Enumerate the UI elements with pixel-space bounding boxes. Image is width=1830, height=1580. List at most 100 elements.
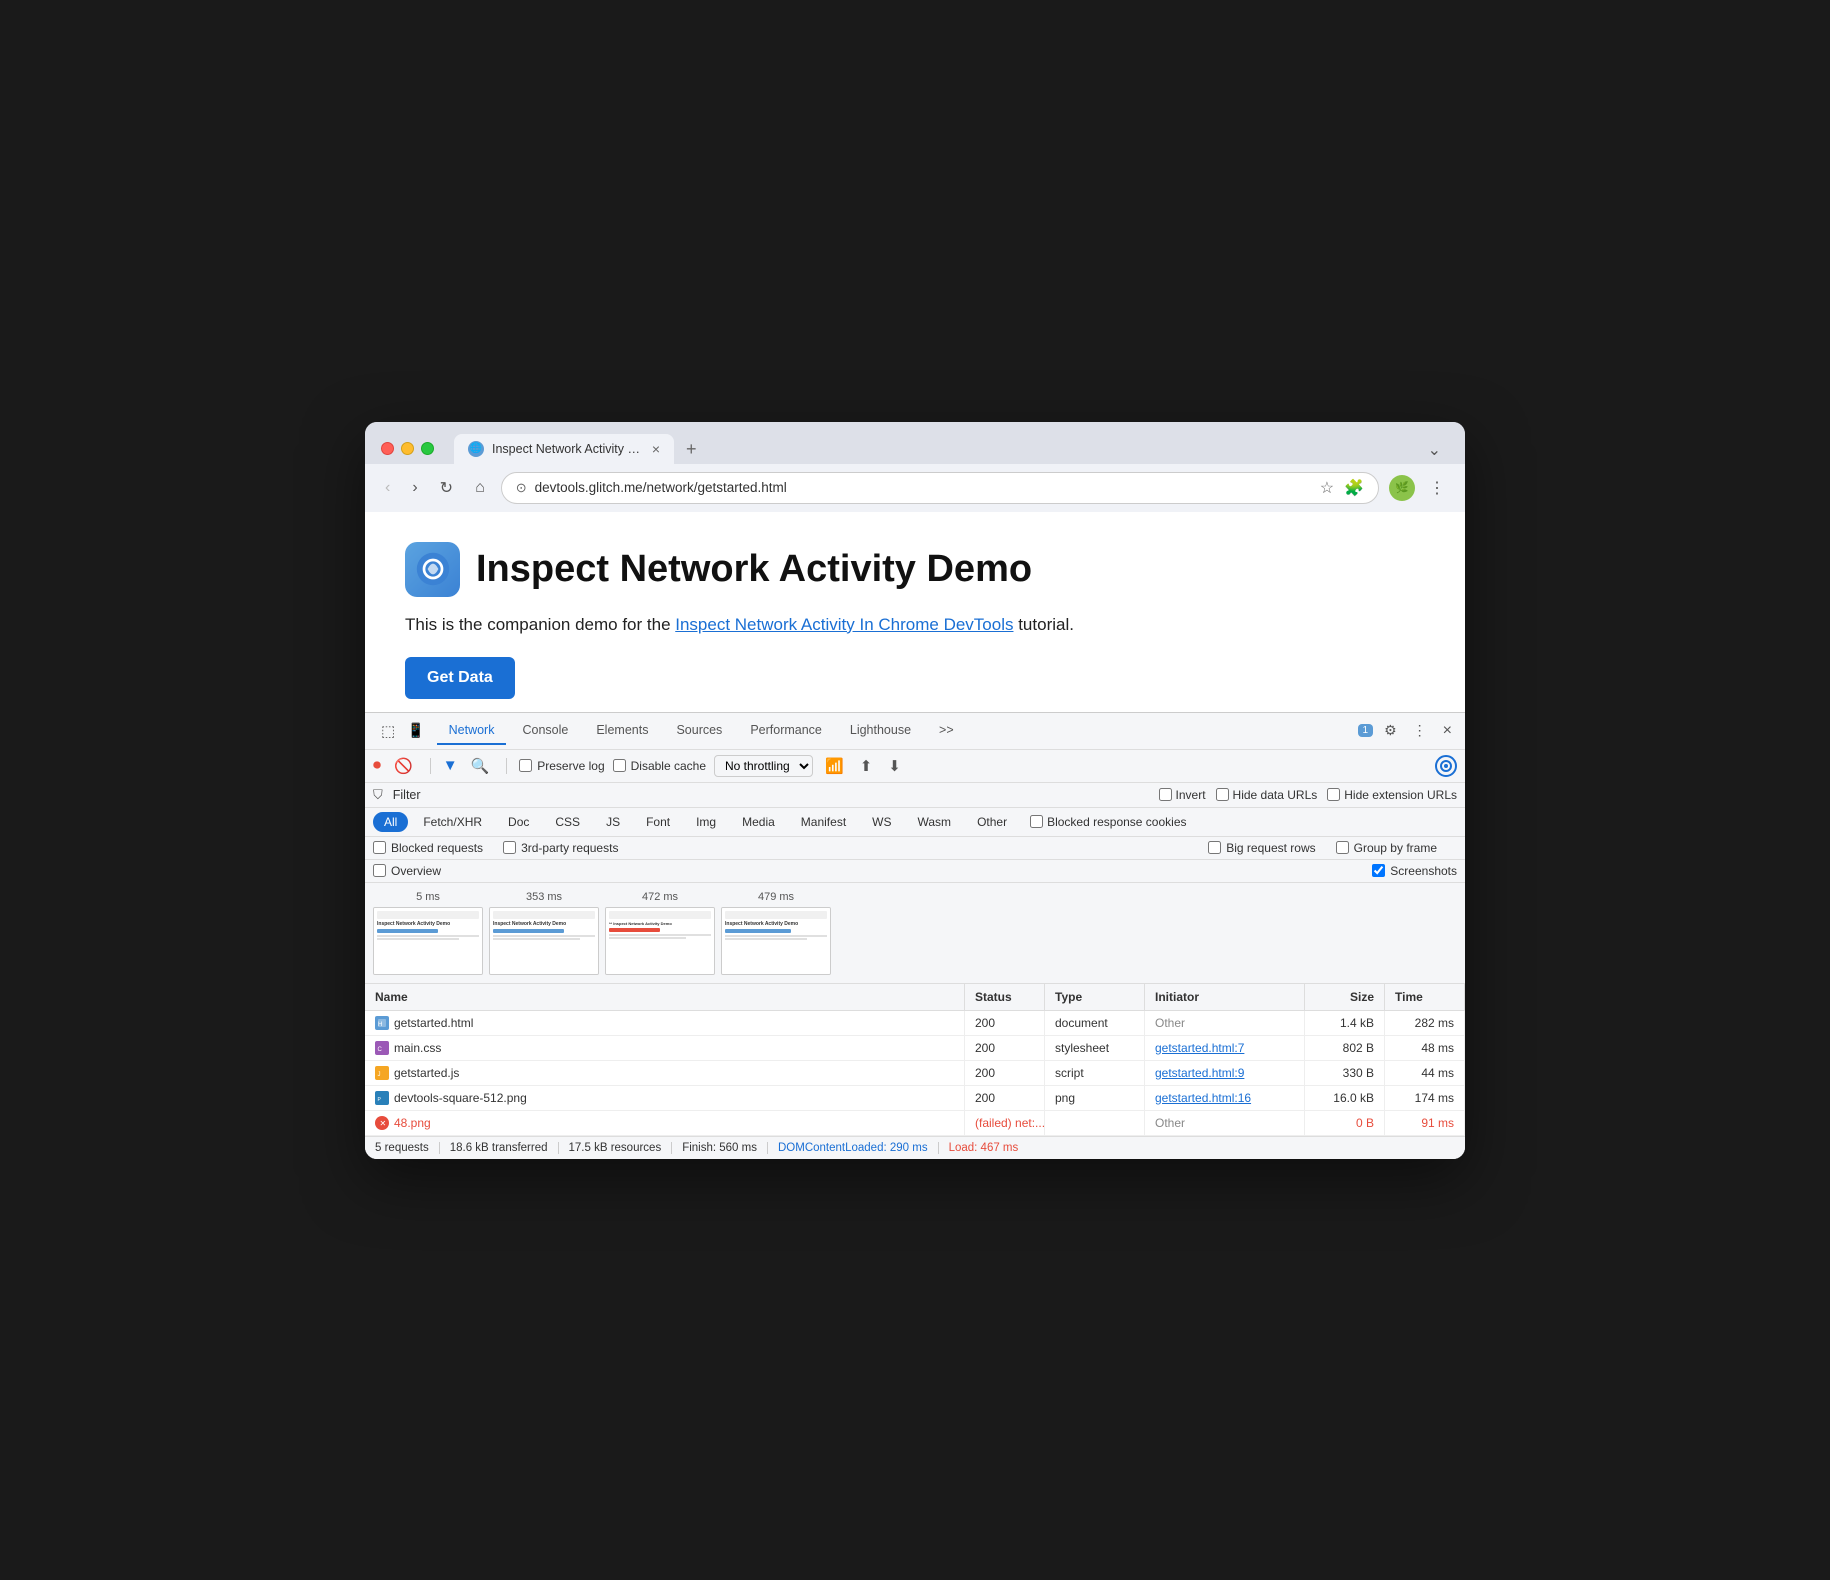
type-filter-media[interactable]: Media bbox=[731, 812, 786, 832]
upload-icon[interactable]: ⬆ bbox=[856, 755, 877, 777]
forward-icon: › bbox=[412, 479, 417, 497]
screenshot-thumb-2[interactable]: Inspect Network Activity Demo bbox=[489, 907, 599, 975]
screenshot-thumb-3[interactable]: ** Inspect Network Activity Demo bbox=[605, 907, 715, 975]
type-filter-all[interactable]: All bbox=[373, 812, 408, 832]
address-bar[interactable]: ⊙ devtools.glitch.me/network/getstarted.… bbox=[501, 472, 1379, 504]
hide-data-urls-input[interactable] bbox=[1216, 788, 1229, 801]
back-button[interactable]: ‹ bbox=[379, 475, 396, 501]
menu-icon: ⋮ bbox=[1429, 478, 1445, 498]
invert-input[interactable] bbox=[1159, 788, 1172, 801]
row-3-initiator-link[interactable]: getstarted.html:9 bbox=[1155, 1066, 1244, 1080]
third-party-checkbox[interactable]: 3rd-party requests bbox=[503, 841, 618, 855]
tab-network[interactable]: Network bbox=[437, 717, 507, 745]
screenshots-checkbox[interactable]: Screenshots bbox=[1372, 864, 1457, 878]
col-header-time[interactable]: Time bbox=[1385, 984, 1465, 1010]
row-3-type: script bbox=[1045, 1061, 1145, 1085]
tab-lighthouse[interactable]: Lighthouse bbox=[838, 717, 923, 745]
extensions-icon[interactable]: 🧩 bbox=[1344, 478, 1364, 498]
big-request-rows-checkbox[interactable]: Big request rows bbox=[1208, 841, 1315, 855]
type-filter-other[interactable]: Other bbox=[966, 812, 1018, 832]
col-header-size[interactable]: Size bbox=[1305, 984, 1385, 1010]
stop-recording-icon[interactable]: ⏺ bbox=[373, 757, 381, 775]
search-icon[interactable]: 🔍 bbox=[466, 754, 495, 778]
type-filter-doc[interactable]: Doc bbox=[497, 812, 540, 832]
type-filter-ws[interactable]: WS bbox=[861, 812, 902, 832]
table-row[interactable]: P devtools-square-512.png 200 png getsta… bbox=[365, 1086, 1465, 1111]
devtools-settings-icon[interactable]: ⚙ bbox=[1379, 719, 1402, 742]
type-filter-wasm[interactable]: Wasm bbox=[907, 812, 963, 832]
tab-console[interactable]: Console bbox=[510, 717, 580, 745]
third-party-input[interactable] bbox=[503, 841, 516, 854]
invert-checkbox[interactable]: Invert bbox=[1159, 788, 1206, 802]
type-filter-manifest[interactable]: Manifest bbox=[790, 812, 857, 832]
new-tab-button[interactable]: + bbox=[678, 435, 705, 464]
blocked-response-cookies-checkbox[interactable]: Blocked response cookies bbox=[1030, 815, 1186, 829]
blocked-requests-checkbox[interactable]: Blocked requests bbox=[373, 841, 483, 855]
col-header-type[interactable]: Type bbox=[1045, 984, 1145, 1010]
blocked-requests-input[interactable] bbox=[373, 841, 386, 854]
hide-extension-urls-checkbox[interactable]: Hide extension URLs bbox=[1327, 788, 1457, 802]
refresh-button[interactable]: ↻ bbox=[434, 474, 459, 502]
type-filter-font[interactable]: Font bbox=[635, 812, 681, 832]
tab-elements[interactable]: Elements bbox=[584, 717, 660, 745]
type-filter-js[interactable]: JS bbox=[595, 812, 631, 832]
tab-sources[interactable]: Sources bbox=[664, 717, 734, 745]
devtools-panel: ⬚ 📱 Network Console Elements Sources Per… bbox=[365, 712, 1465, 1159]
devtools-more-icon[interactable]: ⋮ bbox=[1408, 719, 1432, 742]
home-icon: ⌂ bbox=[475, 479, 485, 497]
col-header-name[interactable]: Name bbox=[365, 984, 965, 1010]
throttling-select[interactable]: No throttling bbox=[714, 755, 813, 777]
device-toolbar-icon[interactable]: 📱 bbox=[403, 718, 428, 743]
table-row[interactable]: H getstarted.html 200 document Other 1.4… bbox=[365, 1011, 1465, 1036]
preserve-log-checkbox[interactable]: Preserve log bbox=[519, 759, 604, 773]
get-data-button[interactable]: Get Data bbox=[405, 657, 515, 699]
home-button[interactable]: ⌂ bbox=[469, 475, 491, 501]
screenshot-thumb-1[interactable]: Inspect Network Activity Demo bbox=[373, 907, 483, 975]
inspect-element-icon[interactable]: ⬚ bbox=[377, 718, 399, 744]
screenshot-time-4: 479 ms bbox=[758, 891, 794, 903]
avatar[interactable]: 🌿 bbox=[1389, 475, 1415, 501]
screenshots-input[interactable] bbox=[1372, 864, 1385, 877]
preserve-log-input[interactable] bbox=[519, 759, 532, 772]
devtools-tutorial-link[interactable]: Inspect Network Activity In Chrome DevTo… bbox=[675, 615, 1013, 634]
type-filter-css[interactable]: CSS bbox=[544, 812, 591, 832]
type-filter-img[interactable]: Img bbox=[685, 812, 727, 832]
row-2-initiator-link[interactable]: getstarted.html:7 bbox=[1155, 1041, 1244, 1055]
col-header-initiator[interactable]: Initiator bbox=[1145, 984, 1305, 1010]
table-row[interactable]: C main.css 200 stylesheet getstarted.htm… bbox=[365, 1036, 1465, 1061]
screenshot-thumb-4[interactable]: Inspect Network Activity Demo bbox=[721, 907, 831, 975]
group-by-frame-input[interactable] bbox=[1336, 841, 1349, 854]
clear-button[interactable]: 🚫 bbox=[389, 754, 418, 778]
group-by-frame-checkbox[interactable]: Group by frame bbox=[1336, 841, 1437, 855]
big-rows-input[interactable] bbox=[1208, 841, 1221, 854]
table-row[interactable]: ✕ 48.png (failed) net:... Other 0 B 91 m… bbox=[365, 1111, 1465, 1136]
table-row[interactable]: J getstarted.js 200 script getstarted.ht… bbox=[365, 1061, 1465, 1086]
tab-close-button[interactable]: × bbox=[652, 441, 660, 457]
row-3-name: J getstarted.js bbox=[365, 1061, 965, 1085]
overview-input[interactable] bbox=[373, 864, 386, 877]
filter-active-icon[interactable]: ▼ bbox=[443, 757, 458, 774]
hide-extension-urls-input[interactable] bbox=[1327, 788, 1340, 801]
close-window-button[interactable] bbox=[381, 442, 394, 455]
disable-cache-checkbox[interactable]: Disable cache bbox=[613, 759, 706, 773]
type-filter-fetch-xhr[interactable]: Fetch/XHR bbox=[412, 812, 493, 832]
bookmark-icon[interactable]: ☆ bbox=[1320, 478, 1334, 498]
browser-menu-button[interactable]: ⋮ bbox=[1423, 474, 1451, 502]
row-4-initiator-link[interactable]: getstarted.html:16 bbox=[1155, 1091, 1251, 1105]
hide-data-urls-checkbox[interactable]: Hide data URLs bbox=[1216, 788, 1318, 802]
minimize-window-button[interactable] bbox=[401, 442, 414, 455]
download-icon[interactable]: ⬇ bbox=[884, 755, 905, 777]
overview-checkbox[interactable]: Overview bbox=[373, 864, 441, 878]
maximize-window-button[interactable] bbox=[421, 442, 434, 455]
network-settings-ring[interactable] bbox=[1435, 755, 1457, 777]
forward-button[interactable]: › bbox=[406, 475, 423, 501]
devtools-close-icon[interactable]: × bbox=[1438, 719, 1457, 743]
screenshot-time-3: 472 ms bbox=[642, 891, 678, 903]
col-header-status[interactable]: Status bbox=[965, 984, 1045, 1010]
disable-cache-input[interactable] bbox=[613, 759, 626, 772]
blocked-cookies-input[interactable] bbox=[1030, 815, 1043, 828]
tabs-dropdown-button[interactable]: ⌄ bbox=[1420, 436, 1449, 464]
tab-performance[interactable]: Performance bbox=[738, 717, 834, 745]
browser-tab[interactable]: 🌐 Inspect Network Activity Dem × bbox=[454, 434, 674, 464]
tab-more[interactable]: >> bbox=[927, 717, 966, 745]
